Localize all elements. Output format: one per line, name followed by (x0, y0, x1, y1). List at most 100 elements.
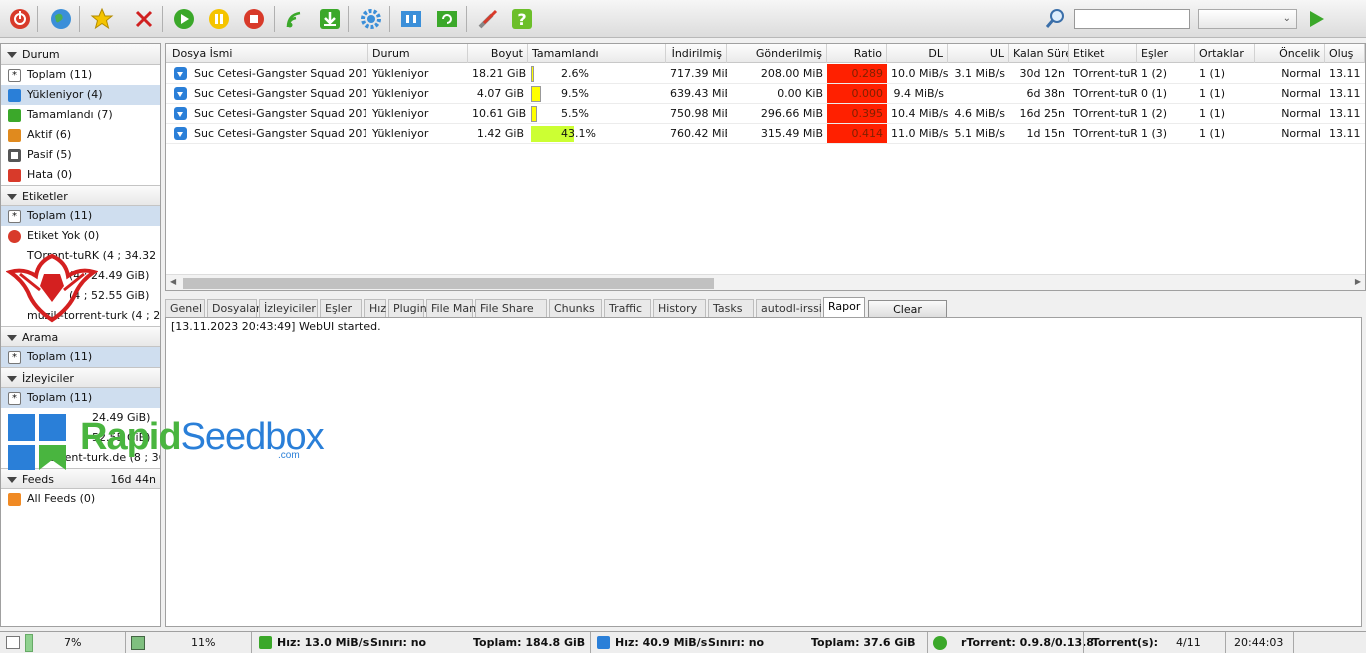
pause-icon[interactable] (206, 6, 232, 32)
cell-seeds: 1 (1) (1199, 67, 1226, 80)
tab-3[interactable]: Eşler (320, 299, 362, 318)
tab-9[interactable]: Traffic (604, 299, 651, 318)
search-all[interactable]: * Toplam (11) (1, 347, 160, 367)
column-header[interactable]: Tamamlandı (528, 44, 666, 63)
settings-gear-icon[interactable] (358, 6, 384, 32)
progress-bar (531, 106, 537, 122)
column-header[interactable]: Eşler (1137, 44, 1195, 63)
cell-priority: Normal (1281, 107, 1321, 120)
cell-size: 18.21 GiB (472, 67, 527, 80)
tab-13[interactable]: Rapor (823, 297, 865, 318)
cell-downloaded: 717.39 MiB (670, 67, 727, 80)
cell-label: TOrrent-tuRK (1073, 87, 1137, 100)
table-row[interactable]: Suc Cetesi-Gangster Squad 2013 BDRip Yükl… (166, 124, 1365, 144)
column-header[interactable]: İndirilmiş (666, 44, 727, 63)
asterisk-icon: * (8, 351, 21, 364)
download-icon (174, 127, 187, 140)
table-row[interactable]: Suc Cetesi-Gangster Squad 2013 BDRip Yükl… (166, 64, 1365, 84)
cell-done: 2.6% (528, 64, 666, 83)
scroll-left-icon[interactable]: ◀ (170, 277, 176, 286)
column-header[interactable]: Ratio (827, 44, 887, 63)
cell-seeds: 1 (1) (1199, 87, 1226, 100)
download-limit[interactable]: Sınırı: no (708, 632, 764, 653)
torrent-list: Dosya İsmi Durum Boyut Tamamlandı İndirilmiş… (165, 43, 1366, 291)
column-header[interactable]: UL (948, 44, 1009, 63)
cell-seeds: 1 (1) (1199, 127, 1226, 140)
tab-1[interactable]: Dosyalar (207, 299, 261, 318)
progress-bar (531, 86, 541, 102)
globe-icon[interactable] (48, 6, 74, 32)
filter-downloading[interactable]: Yükleniyor (4) (1, 85, 160, 105)
category-durum[interactable]: Durum (1, 44, 160, 65)
category-etiketler[interactable]: Etiketler (1, 185, 160, 206)
list-header: Dosya İsmi Durum Boyut Tamamlandı İndirilmiş… (166, 44, 1365, 63)
tools-icon[interactable] (475, 6, 501, 32)
tab-11[interactable]: Tasks (708, 299, 754, 318)
download-icon (597, 636, 610, 649)
column-header[interactable]: Kalan Süre (1009, 44, 1069, 63)
tracker-all[interactable]: * Toplam (11) (1, 388, 160, 408)
tab-4[interactable]: Hız (364, 299, 386, 318)
horizontal-scrollbar[interactable]: ◀ ▶ (166, 274, 1365, 290)
pause-all-icon[interactable] (398, 6, 424, 32)
column-header[interactable]: DL (887, 44, 948, 63)
status-bar: 7% 11% Hız: 13.0 MiB/s Sınırı: no Toplam… (0, 631, 1366, 653)
star-icon[interactable] (89, 6, 115, 32)
column-header[interactable]: Dosya İsmi (168, 44, 368, 63)
torrents-count: 4/11 (1176, 636, 1201, 649)
rss-icon[interactable] (283, 6, 309, 32)
stop-icon[interactable] (241, 6, 267, 32)
category-izleyiciler[interactable]: İzleyiciler (1, 367, 160, 388)
upload-limit[interactable]: Sınırı: no (370, 632, 426, 653)
cell-downloaded: 760.42 MiB (670, 127, 727, 140)
filter-completed[interactable]: Tamamlandı (7) (1, 105, 160, 125)
column-header[interactable]: Gönderilmiş (727, 44, 827, 63)
filter-error[interactable]: Hata (0) (1, 165, 160, 185)
refresh-icon[interactable] (434, 6, 460, 32)
column-header[interactable]: Ortaklar (1195, 44, 1255, 63)
tab-6[interactable]: File Manager (426, 299, 501, 318)
cell-uploaded: 0.00 KiB (777, 87, 823, 100)
column-header[interactable]: Etiket (1069, 44, 1137, 63)
filter-inactive[interactable]: Pasif (5) (1, 145, 160, 165)
filter-active[interactable]: Aktif (6) (1, 125, 160, 145)
column-header[interactable]: Öncelik (1255, 44, 1325, 63)
add-torrent-icon[interactable] (317, 6, 343, 32)
scroll-right-icon[interactable]: ▶ (1355, 277, 1361, 286)
tab-10[interactable]: History (653, 299, 706, 318)
label-none[interactable]: Etiket Yok (0) (1, 226, 160, 246)
tab-12[interactable]: autodl-irssi (756, 299, 822, 318)
start-icon[interactable] (171, 6, 197, 32)
label-all[interactable]: * Toplam (11) (1, 206, 160, 226)
help-icon[interactable]: ? (509, 6, 535, 32)
cell-peers: 1 (3) (1141, 127, 1168, 140)
download-icon (8, 89, 21, 102)
cell-label: TOrrent-tuRK (1073, 67, 1137, 80)
search-icon[interactable] (1042, 6, 1068, 32)
column-header[interactable]: Oluş (1325, 44, 1365, 63)
search-go-icon[interactable] (1303, 6, 1329, 32)
tab-0[interactable]: Genel (165, 299, 205, 318)
tab-8[interactable]: Chunks (549, 299, 602, 318)
tab-7[interactable]: File Share (475, 299, 547, 318)
tab-5[interactable]: Plugins (388, 299, 432, 318)
cell-uploaded: 296.66 MiB (760, 107, 823, 120)
cell-uploaded: 315.49 MiB (760, 127, 823, 140)
table-row[interactable]: Suc Cetesi-Gangster Squad 2013 BDRip Yükl… (166, 84, 1365, 104)
column-header[interactable]: Durum (368, 44, 468, 63)
delete-icon[interactable] (131, 6, 157, 32)
search-engine-select[interactable]: ⌄ (1198, 9, 1297, 29)
cpu-icon (6, 636, 20, 649)
filter-all[interactable]: * Toplam (11) (1, 65, 160, 85)
download-icon (174, 107, 187, 120)
table-row[interactable]: Suc Cetesi-Gangster Squad 2013 BDRip Yükl… (166, 104, 1365, 124)
tab-2[interactable]: İzleyiciler (259, 299, 318, 318)
cell-downloaded: 639.43 MiB (670, 87, 727, 100)
search-input[interactable] (1074, 9, 1190, 29)
log-panel: [13.11.2023 20:43:49] WebUI started. (165, 317, 1362, 627)
power-icon[interactable] (7, 6, 33, 32)
feeds-all[interactable]: All Feeds (0) (1, 489, 160, 509)
scroll-thumb[interactable] (183, 278, 714, 289)
category-arama[interactable]: Arama (1, 326, 160, 347)
column-header[interactable]: Boyut (468, 44, 528, 63)
